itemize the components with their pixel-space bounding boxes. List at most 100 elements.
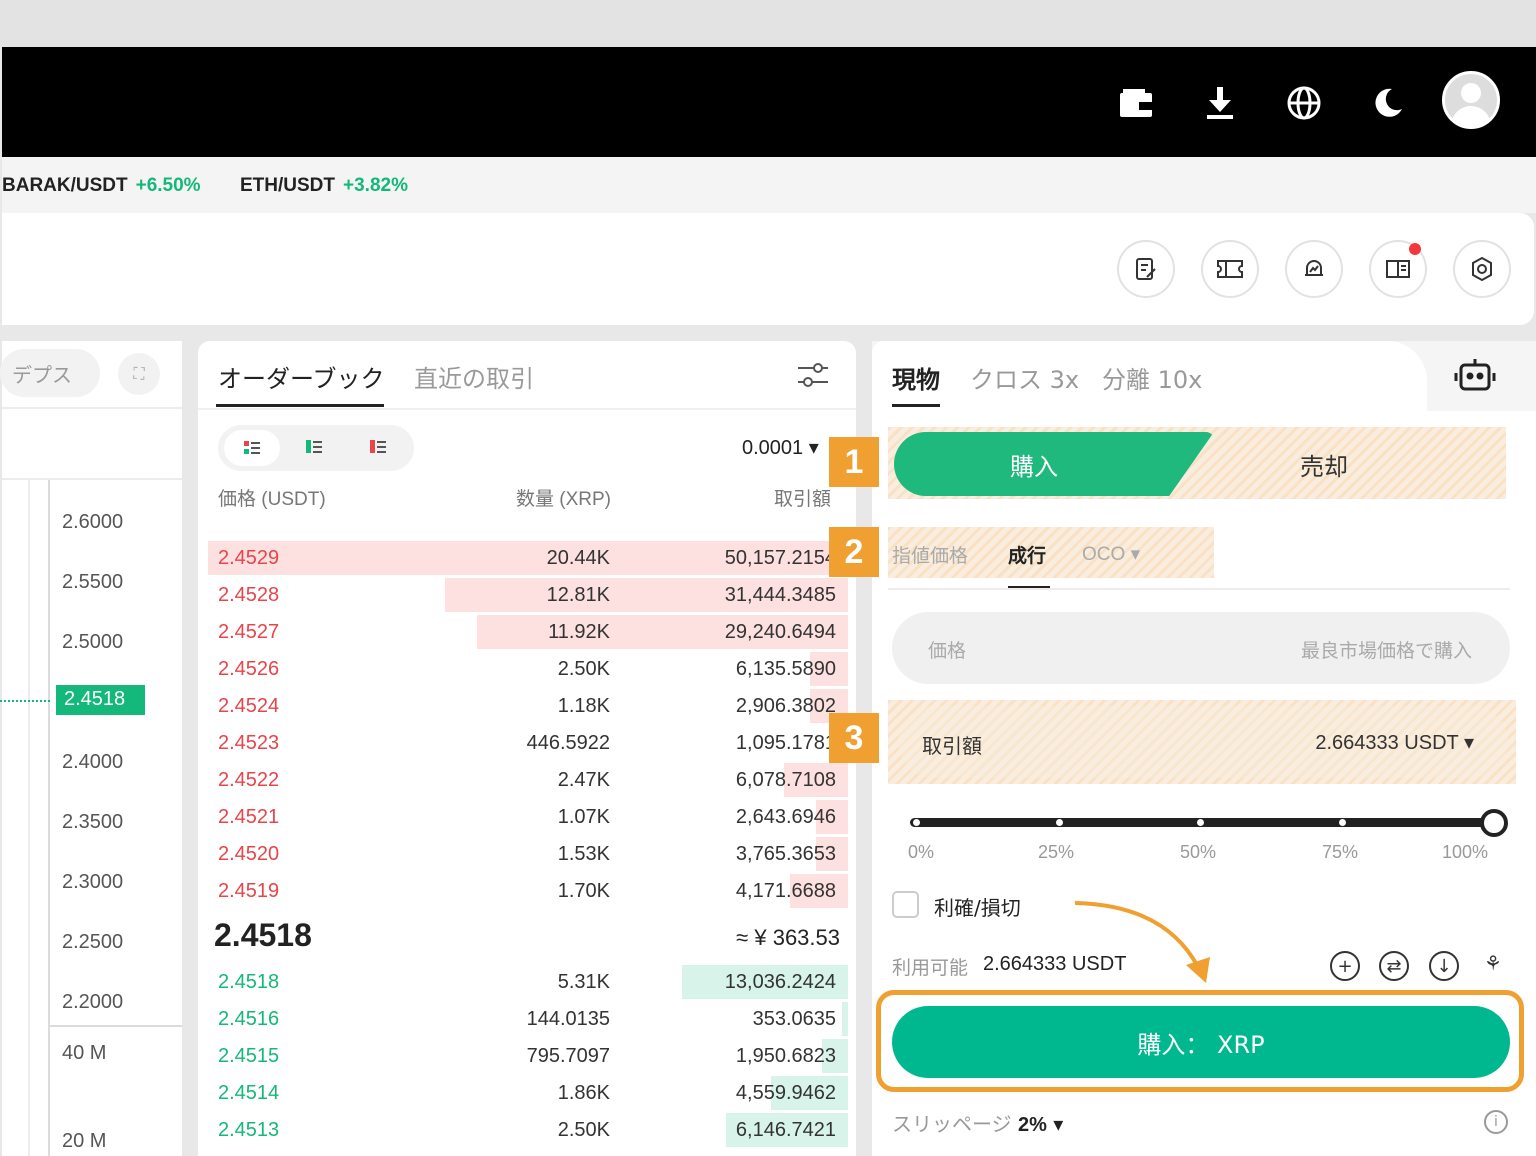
ask-qty: 2.50K xyxy=(557,658,610,680)
order-type-limit[interactable]: 指値価格 xyxy=(892,541,968,568)
ask-row[interactable]: 2.4522 2.47K 6,078.7108 xyxy=(208,763,848,797)
col-qty-header: 数量 (XRP) xyxy=(516,489,612,510)
ask-row[interactable]: 2.4521 1.07K 2,643.6946 xyxy=(208,800,848,834)
slippage-select[interactable]: スリッページ 2% ▾ xyxy=(892,1108,1063,1137)
ask-row[interactable]: 2.4520 1.53K 3,765.3653 xyxy=(208,837,848,871)
slider-label: 0% xyxy=(908,842,935,862)
amount-unit-select[interactable]: 2.664333 USDT ▾ xyxy=(1315,730,1474,755)
bid-qty: 2.50K xyxy=(557,1119,610,1141)
ask-row[interactable]: 2.4526 2.50K 6,135.5890 xyxy=(208,652,848,686)
ask-row[interactable]: 2.4529 20.44K 50,157.2154 xyxy=(208,541,848,575)
app-header xyxy=(2,47,1536,157)
earn-icon[interactable]: ⚘ xyxy=(1478,951,1508,981)
trade-toolbar xyxy=(2,213,1534,325)
tpsl-label: 利確/損切 xyxy=(934,896,1021,920)
tpsl-checkbox[interactable] xyxy=(892,891,919,918)
ask-row[interactable]: 2.4519 1.70K 4,171.6688 xyxy=(208,874,848,908)
ask-total: 2,906.3802 xyxy=(735,695,836,717)
bid-row[interactable]: 2.4513 2.50K 6,146.7421 xyxy=(208,1113,848,1147)
note-icon[interactable] xyxy=(1117,240,1175,298)
bid-row[interactable]: 2.4518 5.31K 13,036.2424 xyxy=(208,965,848,999)
price-axis-label: 2.5500 xyxy=(62,571,124,593)
ask-total: 2,643.6946 xyxy=(735,806,836,828)
ask-row[interactable]: 2.4528 12.81K 31,444.3485 xyxy=(208,578,848,612)
ask-qty: 2.47K xyxy=(557,769,610,791)
ask-qty: 11.92K xyxy=(548,621,610,643)
caret-down-icon: ▾ xyxy=(808,437,819,459)
settings-icon[interactable] xyxy=(1453,240,1511,298)
view-bids-icon[interactable] xyxy=(306,439,322,459)
bid-total: 1,950.6823 xyxy=(735,1045,836,1067)
caret-down-icon: ▾ xyxy=(1053,1112,1064,1136)
slider-tick xyxy=(1339,819,1346,826)
ask-total: 6,135.5890 xyxy=(735,658,836,680)
buy-toggle-button[interactable]: 購入 xyxy=(894,432,1214,496)
price-axis-label: 2.6000 xyxy=(62,511,124,533)
amount-label: 取引額 xyxy=(922,734,982,758)
moon-icon[interactable] xyxy=(1362,77,1414,129)
info-icon[interactable]: i xyxy=(1484,1110,1508,1134)
mid-price: 2.4518 xyxy=(214,917,312,953)
price-input[interactable]: 価格 最良市場価格で購入 xyxy=(892,612,1510,684)
caret-down-icon: ▾ xyxy=(1463,732,1474,754)
bid-row[interactable]: 2.4515 795.7097 1,950.6823 xyxy=(208,1039,848,1073)
deposit-plus-icon[interactable]: + xyxy=(1330,951,1360,981)
caret-down-icon: ▾ xyxy=(1130,544,1141,565)
tab-cross[interactable]: クロス 3x xyxy=(970,360,1079,395)
transfer-icon[interactable]: ⇄ xyxy=(1379,951,1409,981)
fullscreen-icon[interactable]: ⛶ xyxy=(118,353,160,395)
view-both-icon[interactable] xyxy=(224,430,280,466)
slider-tick xyxy=(1056,819,1063,826)
bell-icon[interactable] xyxy=(1285,240,1343,298)
ask-total: 31,444.3485 xyxy=(724,584,836,606)
avatar-icon[interactable] xyxy=(1442,71,1500,129)
available-label: 利用可能 xyxy=(892,957,969,979)
view-asks-icon[interactable] xyxy=(370,439,386,459)
tab-orderbook[interactable]: オーダーブック xyxy=(218,359,385,394)
ask-row[interactable]: 2.4523 446.5922 1,095.1781 xyxy=(208,726,848,760)
ask-price: 2.4523 xyxy=(218,732,280,754)
bid-row[interactable]: 2.4514 1.86K 4,559.9462 xyxy=(208,1076,848,1110)
annotation-badge: 1 xyxy=(829,437,879,487)
wallet-icon[interactable] xyxy=(1110,77,1162,129)
bid-price: 2.4518 xyxy=(218,971,280,993)
browser-top-strip xyxy=(0,0,1536,47)
annotation-badge: 3 xyxy=(829,713,879,763)
tab-recent-trades[interactable]: 直近の取引 xyxy=(414,359,534,394)
ask-price: 2.4528 xyxy=(218,584,280,606)
price-axis-label: 2.2000 xyxy=(62,991,124,1013)
precision-select[interactable]: 0.0001 ▾ xyxy=(742,435,819,460)
price-axis-label: 2.5000 xyxy=(62,631,124,653)
bid-price: 2.4513 xyxy=(218,1119,280,1141)
sell-toggle-button[interactable]: 売却 xyxy=(1300,447,1348,482)
notification-dot xyxy=(1409,243,1421,255)
globe-icon[interactable] xyxy=(1278,77,1330,129)
slider-label: 50% xyxy=(1180,842,1217,862)
depth-tab[interactable]: デプス xyxy=(0,349,100,397)
ask-price: 2.4519 xyxy=(218,880,280,902)
amount-input[interactable]: 取引額 2.664333 USDT ▾ xyxy=(898,706,1508,778)
book-icon[interactable] xyxy=(1369,240,1427,298)
slider-handle[interactable] xyxy=(1480,809,1508,837)
order-type-market[interactable]: 成行 xyxy=(1008,541,1046,568)
bid-row[interactable]: 2.4516 144.0135 353.0635 xyxy=(208,1002,848,1036)
current-price-label: 2.4518 xyxy=(56,685,145,715)
volume-axis-label: 20 M xyxy=(62,1130,107,1152)
order-type-oco[interactable]: OCO ▾ xyxy=(1082,543,1140,566)
ask-row[interactable]: 2.4527 11.92K 29,240.6494 xyxy=(208,615,848,649)
ticker-item[interactable]: ETH/USDT +3.82% xyxy=(240,175,408,197)
robot-icon[interactable] xyxy=(1454,357,1496,397)
ask-row[interactable]: 2.4524 1.18K 2,906.3802 xyxy=(208,689,848,723)
tab-spot[interactable]: 現物 xyxy=(892,360,940,395)
ticket-icon[interactable] xyxy=(1201,240,1259,298)
tab-isolated[interactable]: 分離 10x xyxy=(1102,360,1202,395)
download-circle-icon[interactable]: ↓ xyxy=(1429,951,1459,981)
bid-qty: 1.86K xyxy=(557,1082,610,1104)
filter-settings-icon[interactable] xyxy=(796,361,830,393)
slider-label: 100% xyxy=(1442,842,1489,862)
buy-submit-button[interactable]: 購入： XRP xyxy=(892,1006,1510,1078)
ask-price: 2.4526 xyxy=(218,658,280,680)
download-icon[interactable] xyxy=(1194,77,1246,129)
ticker-item[interactable]: BARAK/USDT +6.50% xyxy=(2,175,201,197)
ask-price: 2.4520 xyxy=(218,843,280,865)
